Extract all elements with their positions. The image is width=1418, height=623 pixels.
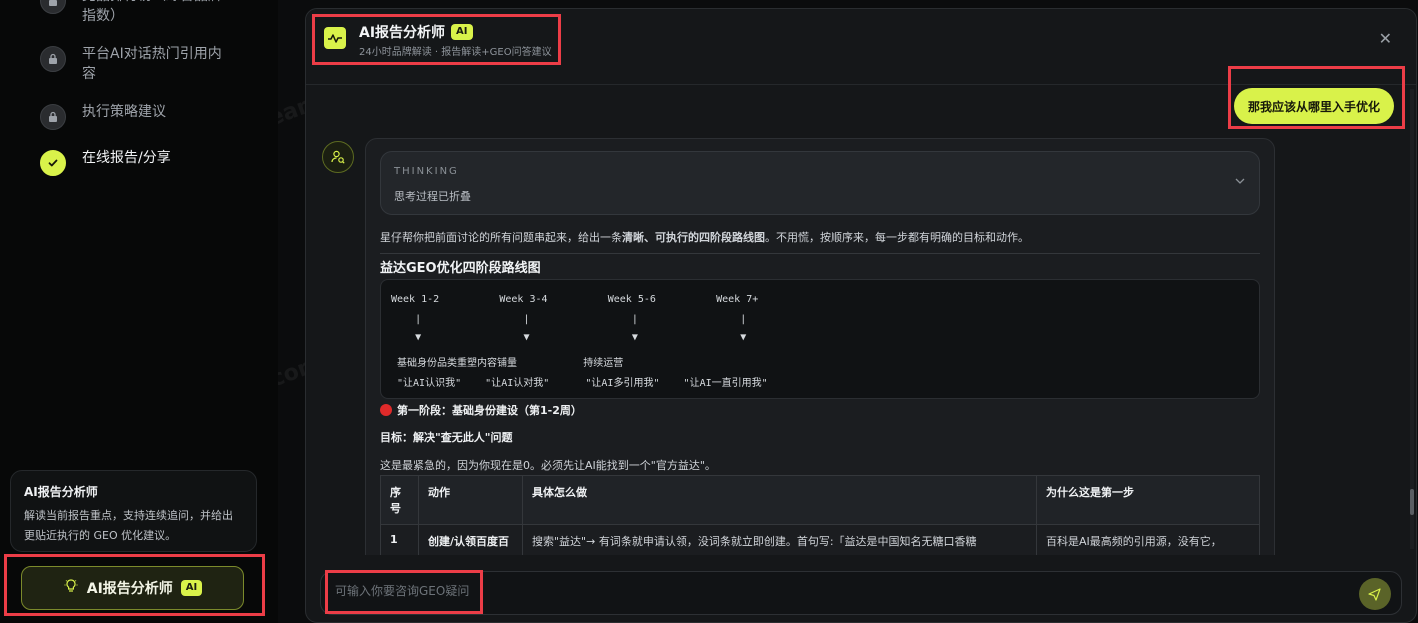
question-input[interactable] [335, 584, 1235, 598]
table-cell: 搜索"益达"→ 有词条就申请认领，没词条就立即创建。首句写:「益达是中国知名无糖… [522, 524, 1037, 555]
red-circle-icon [380, 404, 392, 416]
step-item[interactable]: 竞品排行榜（综合品牌指数） [40, 0, 270, 26]
button-label: AI报告分析师 [86, 581, 173, 597]
panel-subtitle: 24小时品牌解读 · 报告解读+GEO问答建议 [359, 47, 552, 58]
thinking-label: THINKING [394, 166, 459, 177]
lock-icon [40, 104, 66, 130]
check-icon [40, 150, 66, 176]
intro-text: 星仔帮你把前面讨论的所有问题串起来，给出一条清晰、可执行的四阶段路线图。不用慌，… [380, 229, 1260, 254]
table-header: 具体怎么做 [522, 475, 1037, 525]
table-header: 动作 [418, 475, 523, 525]
page: YOOTeam@sougeo.com YOOTeam@sougeo.com YO… [0, 0, 1418, 623]
panel-title-text: AI报告分析师 [359, 25, 446, 41]
pulse-icon [324, 27, 346, 49]
thinking-text: 思考过程已折叠 [394, 190, 471, 203]
table-header: 为什么这是第一步 [1036, 475, 1260, 525]
analyst-info-card: AI报告分析师 解读当前报告重点，支持连续追问，并给出更贴近执行的 GEO 优化… [10, 470, 257, 552]
action-table: 序号 动作 具体怎么做 为什么这是第一步 1 创建/认领百度百 搜索"益达"→ … [380, 475, 1260, 555]
lock-icon [40, 0, 66, 14]
open-analyst-button[interactable]: AI报告分析师 AI [21, 566, 244, 610]
goal-text: 目标：解决"查无此人"问题 [380, 431, 513, 444]
card-title: AI报告分析师 [24, 485, 98, 499]
user-message: 那我应该从哪里入手优化 [1233, 88, 1394, 124]
intro-bold: 清晰、可执行的四阶段路线图 [622, 231, 765, 244]
sidebar: 竞品排行榜（综合品牌指数） 平台AI对话热门引用内容 执行策略建议 在线报告/分… [0, 0, 278, 623]
roadmap-title: 益达GEO优化四阶段路线图 [380, 261, 541, 276]
scrollbar[interactable] [1410, 89, 1414, 549]
report-steps: 竞品排行榜（综合品牌指数） 平台AI对话热门引用内容 执行策略建议 在线报告/分… [40, 0, 270, 194]
roadmap-code-block: Week 1-2 Week 3-4 Week 5-6 Week 7+ | | |… [380, 279, 1260, 399]
step-label: 执行策略建议 [82, 104, 166, 120]
send-icon[interactable] [1359, 578, 1391, 610]
step-label: 在线报告/分享 [82, 150, 171, 166]
ai-badge: AI [451, 24, 473, 40]
chat-area: 那我应该从哪里入手优化 THINKING 思考过程已折叠 星仔帮你把前面讨论的所… [306, 85, 1416, 555]
ai-badge: AI [180, 580, 203, 596]
step-item[interactable]: 平台AI对话热门引用内容 [40, 44, 270, 84]
phase-heading: 第一阶段：基础身份建设（第1-2周） [380, 402, 582, 418]
table-cell: 1 [380, 524, 419, 555]
intro-prefix: 星仔帮你把前面讨论的所有问题串起来，给出一条 [380, 231, 622, 244]
code-line: 基础身份品类重塑内容铺量 持续运营 [391, 358, 624, 369]
close-icon[interactable]: ✕ [1379, 29, 1392, 48]
table-header: 序号 [380, 475, 419, 525]
table-row: 1 创建/认领百度百 搜索"益达"→ 有词条就申请认领，没词条就立即创建。首句写… [380, 524, 1260, 555]
chevron-down-icon[interactable] [1235, 174, 1245, 187]
table-cell: 创建/认领百度百 [418, 524, 523, 555]
code-line: | | | | [391, 314, 747, 325]
table-header-row: 序号 动作 具体怎么做 为什么这是第一步 [380, 475, 1260, 525]
card-desc: 解读当前报告重点，支持连续追问，并给出更贴近执行的 GEO 优化建议。 [24, 509, 233, 542]
analyst-panel: AI报告分析师 AI 24小时品牌解读 · 报告解读+GEO问答建议 ✕ 那我应… [305, 8, 1417, 623]
code-line: ▼ ▼ ▼ ▼ [391, 332, 747, 343]
lock-icon [40, 46, 66, 72]
scrollbar-thumb[interactable] [1410, 489, 1414, 515]
step-item[interactable]: 在线报告/分享 [40, 148, 270, 176]
table-cell: 百科是AI最高频的引用源，没有它， [1036, 524, 1260, 555]
thinking-panel[interactable]: THINKING 思考过程已折叠 [380, 151, 1260, 215]
bot-avatar-icon [322, 141, 354, 173]
assistant-message: THINKING 思考过程已折叠 星仔帮你把前面讨论的所有问题串起来，给出一条清… [365, 138, 1275, 555]
code-line: Week 1-2 Week 3-4 Week 5-6 Week 7+ [391, 294, 759, 305]
step-item[interactable]: 执行策略建议 [40, 102, 270, 130]
phase-title: 第一阶段：基础身份建设（第1-2周） [397, 404, 582, 417]
panel-header: AI报告分析师 AI 24小时品牌解读 · 报告解读+GEO问答建议 ✕ [306, 9, 1416, 85]
panel-title: AI报告分析师 AI [359, 22, 473, 42]
question-input-bar [320, 571, 1402, 615]
lightbulb-icon [63, 578, 79, 598]
intro-suffix: 。不用慌，按顺序来，每一步都有明确的目标和动作。 [765, 231, 1029, 244]
step-label: 平台AI对话热门引用内容 [82, 46, 222, 82]
code-line: "让AI认识我" "让AI认对我" "让AI多引用我" "让AI一直引用我" [391, 378, 768, 389]
paragraph: 这是最紧急的，因为你现在是0。必须先让AI能找到一个"官方益达"。 [380, 459, 716, 472]
step-label: 竞品排行榜（综合品牌指数） [82, 0, 222, 24]
